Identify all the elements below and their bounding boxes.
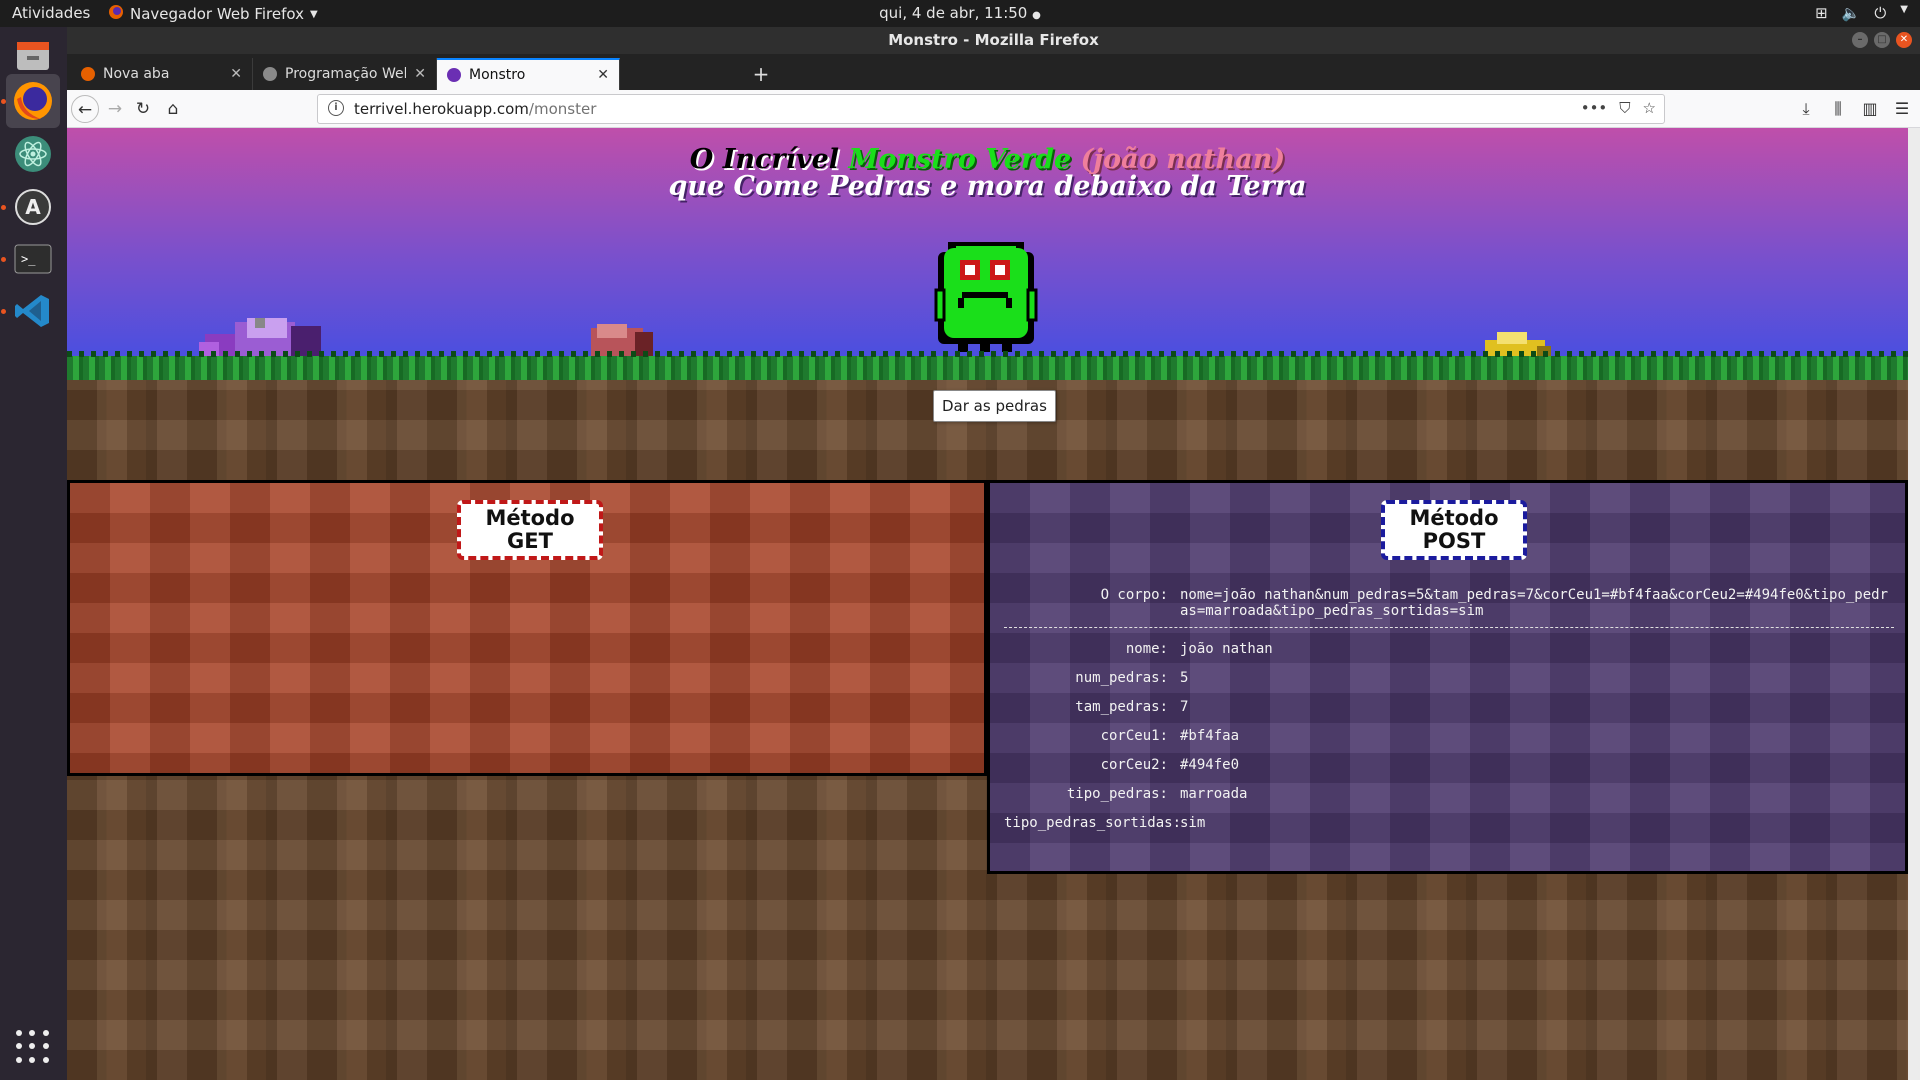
field-value: #494fe0 [1180, 756, 1240, 773]
field-key: corCeu1: [1100, 727, 1168, 744]
pocket-icon[interactable]: ⛉ [1619, 99, 1630, 117]
tab-bar: Nova aba ✕ Programação Web ✕ Monstro ✕ + [67, 54, 1920, 90]
tab-nova-aba[interactable]: Nova aba ✕ [71, 58, 253, 90]
feed-button[interactable]: Dar as pedras [933, 390, 1056, 422]
maximize-button[interactable]: □ [1874, 32, 1890, 48]
tab-programacao-web[interactable]: Programação Web ✕ [253, 58, 437, 90]
url-host: terrivel.herokuapp.com [354, 100, 529, 118]
close-tab-icon[interactable]: ✕ [414, 66, 426, 82]
downloads-icon[interactable]: ⤓ [1796, 95, 1816, 123]
url-bar[interactable]: i terrivel.herokuapp.com/monster ••• ⛉ ☆ [317, 94, 1665, 124]
software-updater-icon[interactable]: A [6, 180, 60, 234]
field-key: tipo_pedras: [1066, 785, 1168, 802]
field-row: tipo_pedras_sortidas: sim [1004, 808, 1894, 837]
new-tab-button[interactable]: + [747, 60, 775, 88]
body-label: O corpo: [1100, 587, 1168, 603]
divider [1004, 627, 1894, 628]
field-row: tam_pedras: 7 [1004, 692, 1894, 721]
field-key: corCeu2: [1100, 756, 1168, 773]
grass [67, 351, 1908, 380]
field-key: tipo_pedras_sortidas: [1004, 814, 1182, 831]
field-key: nome: [1125, 640, 1168, 657]
get-panel-title: Método GET [457, 500, 603, 560]
field-key: tam_pedras: [1075, 698, 1168, 715]
page-actions-icon[interactable]: ••• [1581, 99, 1608, 117]
window-titlebar: Monstro - Mozilla Firefox – □ ✕ [67, 27, 1920, 54]
forward-button[interactable]: → [101, 95, 129, 123]
tab-label: Programação Web [285, 66, 407, 82]
chevron-down-icon[interactable]: ▼ [1900, 4, 1908, 22]
close-button[interactable]: ✕ [1896, 32, 1912, 48]
clock[interactable]: qui, 4 de abr, 11:50 [879, 4, 1027, 22]
post-title-line2: POST [1422, 529, 1486, 553]
svg-text:>_: >_ [21, 252, 36, 266]
svg-text:A: A [25, 195, 41, 219]
power-icon[interactable]: ⏻ [1874, 4, 1886, 22]
post-panel-title: Método POST [1381, 500, 1527, 560]
field-key: num_pedras: [1075, 669, 1168, 686]
vscode-icon[interactable] [6, 284, 60, 338]
activities-button[interactable]: Atividades [12, 4, 90, 22]
url-path: /monster [528, 100, 597, 118]
top-panel: Atividades Navegador Web Firefox ▼ qui, … [0, 0, 1920, 27]
field-row: tipo_pedras: marroada [1004, 779, 1894, 808]
minimize-button[interactable]: – [1852, 32, 1868, 48]
atom-icon[interactable] [6, 127, 60, 181]
field-row: nome: joão nathan [1004, 634, 1894, 663]
chevron-down-icon: ▼ [309, 8, 318, 20]
tab-label: Nova aba [103, 66, 170, 82]
menu-icon[interactable]: ☰ [1892, 95, 1912, 123]
volume-icon[interactable]: 🔈 [1842, 4, 1861, 22]
tab-monstro[interactable]: Monstro ✕ [437, 58, 620, 90]
info-icon[interactable]: i [328, 100, 344, 116]
app-menu-label: Navegador Web Firefox [130, 5, 304, 23]
page-viewport: O Incrível Monstro Verde (joão nathan) q… [67, 128, 1908, 1080]
tab-label: Monstro [469, 67, 526, 83]
dock: A >_ [0, 27, 67, 1080]
monster-favicon-icon [447, 68, 461, 82]
body-value: nome=joão nathan&num_pedras=5&tam_pedras… [1180, 587, 1889, 619]
field-row: num_pedras: 5 [1004, 663, 1894, 692]
reload-button[interactable]: ↻ [129, 95, 157, 123]
navigation-toolbar: ← → ↻ ⌂ i terrivel.herokuapp.com/monster… [67, 90, 1920, 128]
globe-favicon-icon [263, 67, 277, 81]
network-icon[interactable]: ⊞ [1815, 4, 1828, 22]
title-subtitle: que Come Pedras e mora debaixo da Terra [668, 171, 1307, 202]
field-value: marroada [1180, 785, 1248, 802]
terminal-icon[interactable]: >_ [6, 232, 60, 286]
scrollbar[interactable] [1908, 128, 1920, 1080]
bookmark-star-icon[interactable]: ☆ [1643, 99, 1656, 117]
system-tray[interactable]: ⊞ 🔈 ⏻ ▼ [1815, 4, 1908, 22]
firefox-icon[interactable] [6, 74, 60, 128]
post-body: O corpo: nome=joão nathan&num_pedras=5&t… [1004, 587, 1894, 837]
field-value: 5 [1180, 669, 1189, 686]
close-tab-icon[interactable]: ✕ [597, 67, 609, 83]
home-button[interactable]: ⌂ [159, 95, 187, 123]
library-icon[interactable]: ⫼ [1828, 95, 1848, 123]
field-row: corCeu1: #bf4faa [1004, 721, 1894, 750]
notification-dot-icon: ● [1032, 10, 1041, 21]
app-menu[interactable]: Navegador Web Firefox ▼ [108, 4, 318, 24]
back-button[interactable]: ← [71, 95, 99, 123]
field-row: corCeu2: #494fe0 [1004, 750, 1894, 779]
firefox-icon [108, 4, 124, 24]
post-title-line1: Método [1409, 506, 1499, 530]
field-value: sim [1180, 814, 1206, 831]
field-value: joão nathan [1180, 640, 1273, 657]
field-value: #bf4faa [1180, 727, 1240, 744]
show-applications-icon[interactable] [16, 1030, 50, 1064]
window-title: Monstro - Mozilla Firefox [888, 31, 1099, 49]
close-tab-icon[interactable]: ✕ [230, 66, 242, 82]
field-value: 7 [1180, 698, 1189, 715]
page-title: O Incrível Monstro Verde (joão nathan) q… [67, 146, 1908, 200]
post-panel: Método POST O corpo: nome=joão nathan&nu… [987, 480, 1908, 874]
green-monster [934, 242, 1038, 352]
firefox-favicon-icon [81, 67, 95, 81]
get-panel: Método GET [67, 480, 987, 776]
sidebar-icon[interactable]: ▥ [1860, 95, 1880, 123]
